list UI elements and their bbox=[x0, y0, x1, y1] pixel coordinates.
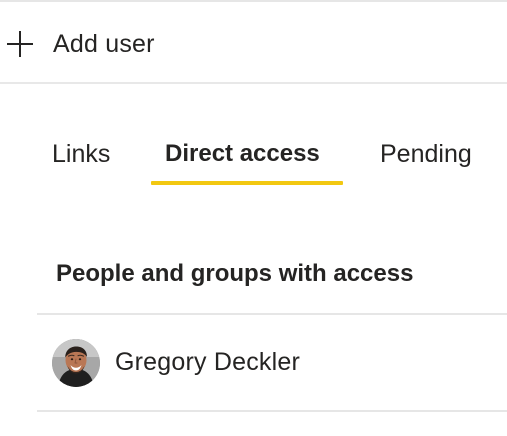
section-divider bbox=[0, 82, 507, 84]
top-divider bbox=[0, 0, 507, 2]
selected-tab-indicator bbox=[151, 181, 343, 185]
person-name: Gregory Deckler bbox=[115, 348, 300, 376]
list-divider-bottom bbox=[37, 410, 507, 412]
tab-pending-label: Pending bbox=[380, 140, 472, 168]
add-user-label: Add user bbox=[53, 29, 155, 58]
tab-links-label: Links bbox=[52, 140, 111, 168]
tab-links[interactable]: Links bbox=[52, 132, 110, 178]
tab-direct-access[interactable]: Direct access bbox=[165, 132, 320, 178]
tab-direct-access-label: Direct access bbox=[165, 140, 320, 167]
person-list-item[interactable]: Gregory Deckler bbox=[37, 315, 507, 410]
avatar bbox=[52, 338, 100, 387]
plus-icon bbox=[4, 28, 36, 60]
access-section-heading: People and groups with access bbox=[56, 260, 414, 287]
access-tabs: Links Direct access Pending bbox=[0, 132, 507, 188]
tab-pending[interactable]: Pending bbox=[380, 132, 472, 178]
add-user-button[interactable]: Add user bbox=[0, 22, 155, 66]
